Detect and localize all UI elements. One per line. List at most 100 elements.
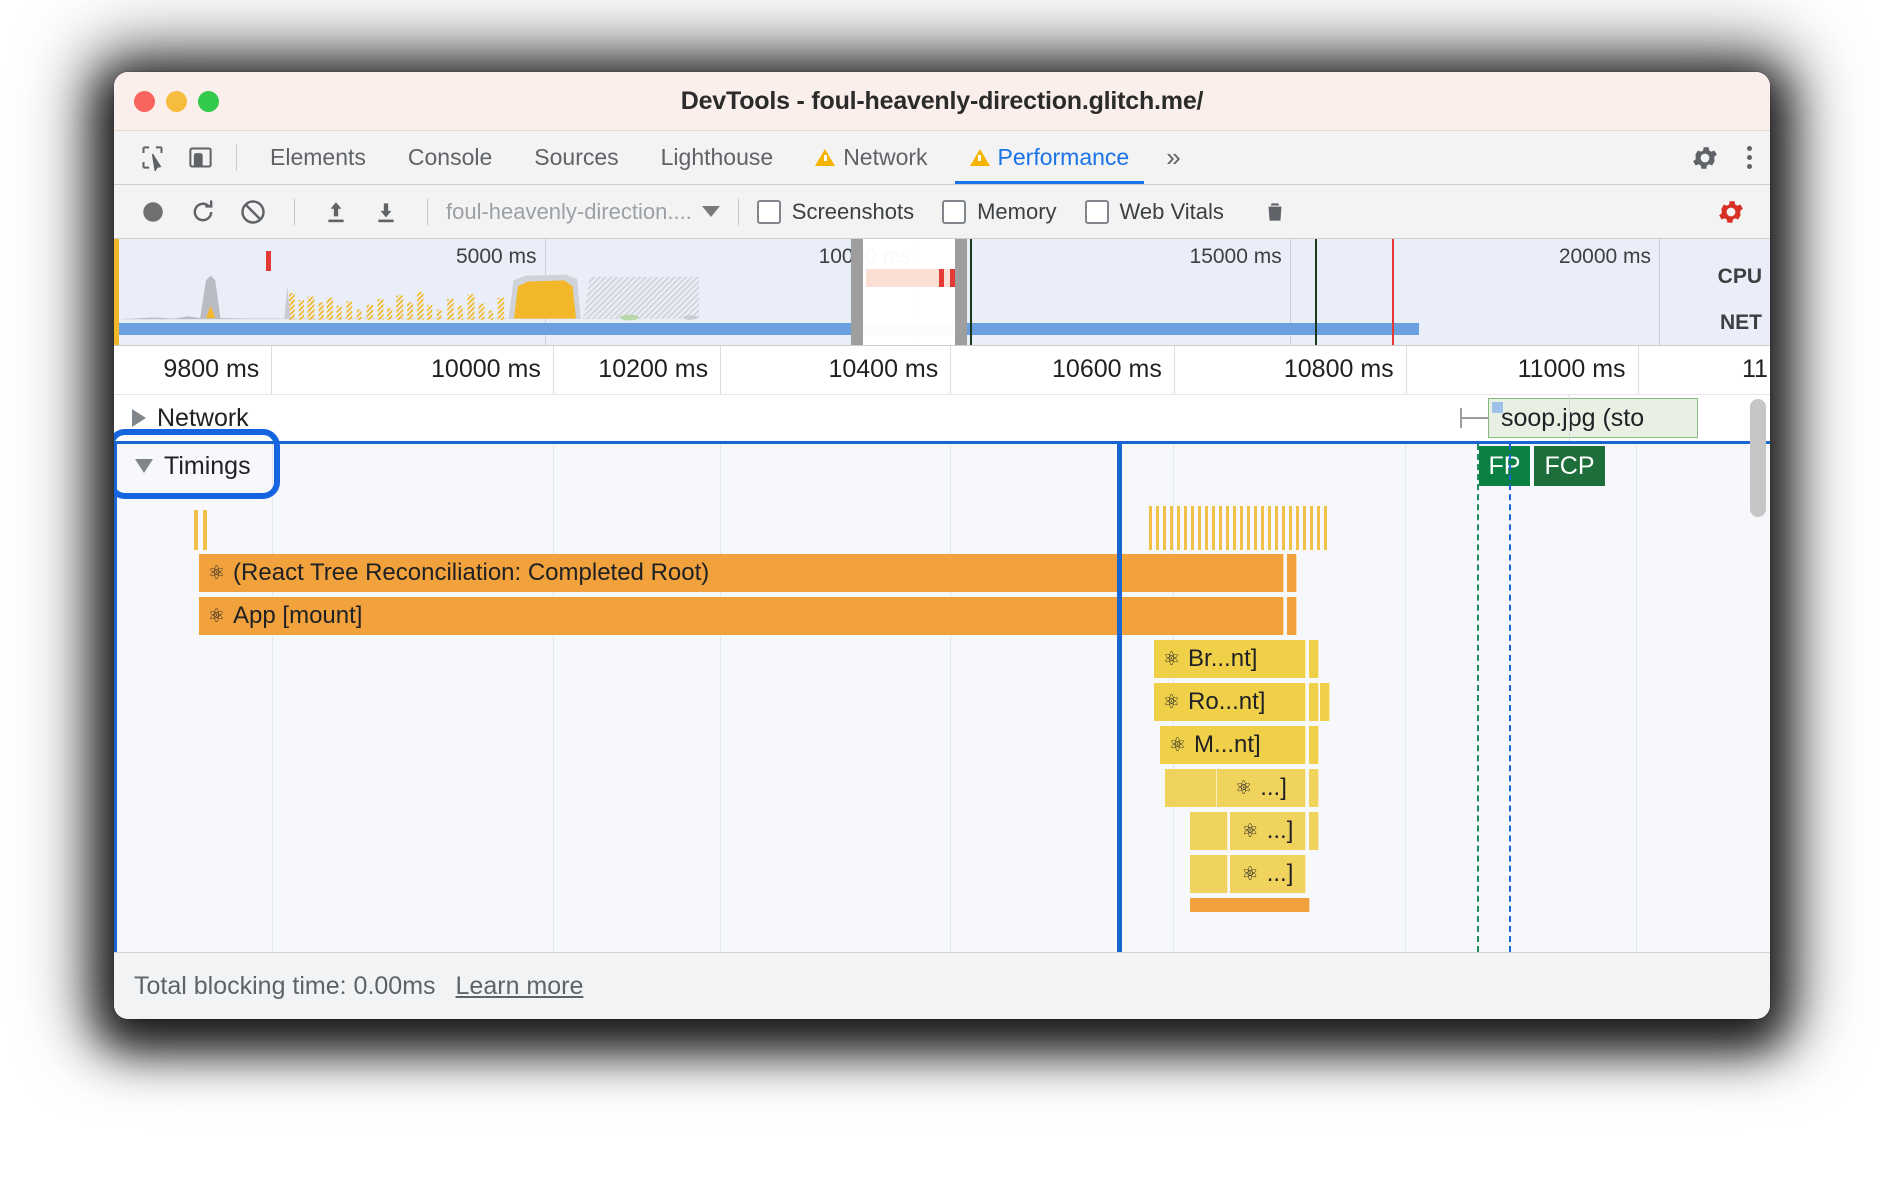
clear-recording-button[interactable] bbox=[230, 192, 276, 232]
toolbar-right-actions bbox=[1708, 192, 1754, 232]
timeline-overview[interactable]: 5000 ms 10000 ms 15000 ms 20000 ms bbox=[114, 239, 1770, 346]
selection-red-marker bbox=[950, 269, 956, 287]
toolbar-divider bbox=[737, 198, 739, 225]
timeline-playhead[interactable] bbox=[1117, 444, 1122, 952]
memory-checkbox[interactable]: Memory bbox=[942, 199, 1057, 225]
flame-bar-fragment[interactable] bbox=[1309, 812, 1319, 850]
save-profile-button[interactable] bbox=[363, 192, 409, 232]
cpu-activity-graph bbox=[119, 274, 699, 321]
network-row-content: soop.jpg (sto bbox=[114, 395, 1770, 447]
screenshots-checkbox[interactable]: Screenshots bbox=[756, 199, 914, 225]
group-toggle-network[interactable]: Network bbox=[114, 404, 249, 433]
flame-bar-fragment[interactable] bbox=[1309, 769, 1319, 807]
flame-bar-fragment[interactable] bbox=[1165, 769, 1217, 807]
flame-bar-nested-1[interactable]: ⚛ ...] bbox=[1217, 769, 1306, 807]
tab-elements[interactable]: Elements bbox=[249, 131, 387, 184]
flame-bar-m-mount[interactable]: ⚛ M...nt] bbox=[1160, 726, 1306, 764]
tab-network[interactable]: Network bbox=[794, 131, 948, 184]
react-atom-icon: ⚛ bbox=[1241, 863, 1259, 885]
selection-handle-left[interactable] bbox=[850, 239, 863, 345]
chevron-down-icon bbox=[701, 206, 720, 217]
flame-chart[interactable]: Network soop.jpg (sto Timings FP FCP ⚛ (… bbox=[114, 395, 1770, 952]
fcp-marker-chip[interactable]: FCP bbox=[1534, 446, 1606, 486]
capture-settings-button[interactable] bbox=[1708, 192, 1754, 232]
react-atom-icon: ⚛ bbox=[1163, 648, 1181, 670]
device-toolbar-icon[interactable] bbox=[176, 131, 224, 184]
react-atom-icon: ⚛ bbox=[1241, 820, 1259, 842]
toolbar-divider bbox=[294, 198, 295, 225]
flame-bar-label: ...] bbox=[1266, 860, 1294, 887]
web-vitals-checkbox[interactable]: Web Vitals bbox=[1084, 199, 1224, 225]
fp-marker-chip[interactable]: FP bbox=[1479, 446, 1531, 486]
overview-gridline bbox=[1659, 239, 1661, 345]
overview-lane-label-cpu: CPU bbox=[1717, 265, 1762, 288]
group-label-text: Network bbox=[157, 403, 249, 432]
react-atom-icon: ⚛ bbox=[208, 562, 226, 584]
flame-bar-nested-2[interactable]: ⚛ ...] bbox=[1230, 812, 1306, 850]
flame-bar-label: ...] bbox=[1266, 817, 1294, 844]
flame-chart-scrollbar[interactable] bbox=[1750, 399, 1766, 517]
load-profile-button[interactable] bbox=[313, 192, 359, 232]
flame-bar-fragment[interactable] bbox=[1190, 812, 1228, 850]
kebab-menu-icon[interactable] bbox=[1729, 146, 1770, 169]
tabstrip-right-actions bbox=[1656, 131, 1770, 184]
flame-gridline bbox=[720, 444, 722, 952]
flame-bar-label: Ro...nt] bbox=[1188, 688, 1266, 715]
flame-bar-nested-3[interactable]: ⚛ ...] bbox=[1230, 855, 1306, 893]
overview-lane-label-net: NET bbox=[1720, 311, 1762, 334]
window-titlebar: DevTools - foul-heavenly-direction.glitc… bbox=[114, 72, 1770, 131]
ruler-tick-label: 10400 ms bbox=[828, 355, 939, 383]
flame-bar-fragment[interactable] bbox=[1190, 855, 1228, 893]
flame-bar-fragment[interactable] bbox=[1309, 683, 1319, 721]
tab-sources[interactable]: Sources bbox=[513, 131, 639, 184]
ruler-tick-label: 10800 ms bbox=[1283, 355, 1394, 383]
group-toggle-timings[interactable]: Timings bbox=[117, 452, 251, 481]
flame-bar-fragment[interactable] bbox=[1320, 683, 1330, 721]
flame-bar-label: M...nt] bbox=[1194, 731, 1261, 758]
flame-bar-br-mount[interactable]: ⚛ Br...nt] bbox=[1154, 640, 1306, 678]
ruler-gridline bbox=[1637, 346, 1639, 394]
tab-overflow-button[interactable]: » bbox=[1150, 131, 1196, 184]
flame-bar-clipped[interactable] bbox=[1190, 898, 1310, 912]
request-label: soop.jpg (sto bbox=[1501, 403, 1645, 432]
performance-toolbar: foul-heavenly-direction.... Screenshots … bbox=[114, 185, 1770, 239]
overview-marker-line bbox=[970, 239, 973, 345]
ruler-gridline bbox=[552, 346, 554, 394]
warning-triangle-icon bbox=[969, 149, 990, 166]
overview-selection-window[interactable] bbox=[850, 239, 967, 345]
reload-and-record-button[interactable] bbox=[180, 192, 226, 232]
request-start-dot bbox=[1492, 402, 1503, 413]
flame-gridline bbox=[1404, 444, 1406, 952]
learn-more-link[interactable]: Learn more bbox=[456, 972, 584, 1001]
ruler-gridline bbox=[271, 346, 273, 394]
overview-tick-label: 15000 ms bbox=[1189, 245, 1282, 268]
toolbar-divider bbox=[427, 198, 428, 225]
timings-group-body[interactable]: Timings FP FCP ⚛ (React Tree Reconciliat… bbox=[114, 441, 1770, 952]
checkbox-box bbox=[942, 199, 967, 224]
tab-lighthouse[interactable]: Lighthouse bbox=[640, 131, 795, 184]
flame-bar-ro-mount[interactable]: ⚛ Ro...nt] bbox=[1154, 683, 1306, 721]
ruler-gridline bbox=[950, 346, 952, 394]
network-request-chip[interactable]: soop.jpg (sto bbox=[1488, 398, 1698, 438]
gear-icon[interactable] bbox=[1681, 143, 1729, 173]
collect-garbage-button[interactable] bbox=[1252, 192, 1298, 232]
flame-bar-fragment[interactable] bbox=[1287, 554, 1297, 592]
inspect-element-icon[interactable] bbox=[128, 131, 176, 184]
ruler-tick-label: 10000 ms bbox=[431, 355, 541, 383]
flame-bar-fragment[interactable] bbox=[1287, 597, 1297, 635]
total-blocking-time-label: Total blocking time: 0.00ms bbox=[134, 971, 436, 1000]
selection-red-marker bbox=[938, 269, 944, 287]
tab-performance[interactable]: Performance bbox=[949, 131, 1151, 184]
profile-selector[interactable]: foul-heavenly-direction.... bbox=[446, 199, 720, 225]
selection-handle-right[interactable] bbox=[954, 239, 967, 345]
warning-triangle-icon bbox=[815, 149, 836, 166]
tab-label: Performance bbox=[997, 144, 1130, 170]
tab-console[interactable]: Console bbox=[387, 131, 513, 184]
flame-bar-fragment[interactable] bbox=[1309, 726, 1319, 764]
flame-bar-fragment[interactable] bbox=[1309, 640, 1319, 678]
timing-tick bbox=[194, 510, 198, 550]
checkbox-box bbox=[1084, 199, 1109, 224]
flame-gridline bbox=[950, 444, 952, 952]
timing-tick-cluster bbox=[1149, 506, 1327, 550]
record-button[interactable] bbox=[130, 192, 176, 232]
